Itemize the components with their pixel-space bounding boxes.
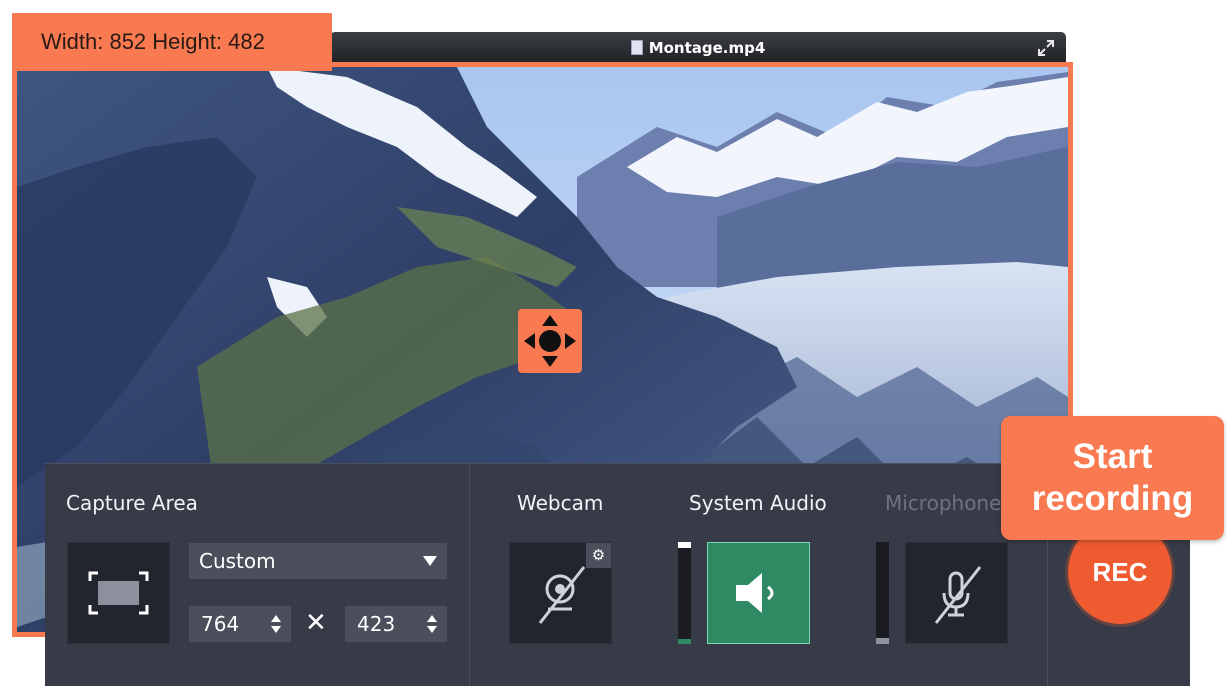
tooltip-line-2: recording <box>1031 479 1194 518</box>
dimensions-label: Width: 852 Height: 482 <box>12 13 332 71</box>
times-symbol: ✕ <box>305 608 327 638</box>
capture-area-label: Capture Area <box>66 491 198 515</box>
height-value: 423 <box>357 612 396 636</box>
microphone-label: Microphone <box>885 491 1002 515</box>
webcam-label: Webcam <box>517 491 604 515</box>
dropdown-arrow-icon <box>423 556 437 566</box>
webcam-toggle[interactable]: ⚙ <box>509 542 612 644</box>
panel-divider <box>469 464 470 686</box>
width-value: 764 <box>201 612 240 636</box>
width-stepper[interactable]: 764 <box>189 606 291 642</box>
capture-preset-value: Custom <box>199 549 276 573</box>
file-icon <box>630 40 643 55</box>
system-audio-toggle[interactable] <box>707 542 810 644</box>
system-audio-label: System Audio <box>689 491 827 515</box>
capture-area-button[interactable] <box>67 542 170 644</box>
capture-preset-dropdown[interactable]: Custom <box>189 543 447 579</box>
system-audio-level <box>678 542 691 644</box>
speaker-icon <box>736 573 774 613</box>
height-stepper[interactable]: 423 <box>345 606 447 642</box>
spinner-arrows-icon[interactable] <box>426 614 438 634</box>
window-title-bar[interactable]: Montage.mp4 <box>330 32 1066 64</box>
move-handle[interactable] <box>518 309 582 373</box>
capture-area-icon <box>88 571 149 615</box>
start-recording-tooltip: Start recording <box>1001 416 1224 540</box>
gear-icon[interactable]: ⚙ <box>586 543 611 568</box>
spinner-arrows-icon[interactable] <box>270 614 282 634</box>
expand-icon[interactable] <box>1036 38 1056 62</box>
window-title: Montage.mp4 <box>330 39 1066 57</box>
microphone-off-icon <box>934 566 982 624</box>
move-icon <box>524 315 576 367</box>
window-title-text: Montage.mp4 <box>648 39 766 57</box>
tooltip-line-1: Start <box>1072 437 1153 476</box>
microphone-toggle[interactable] <box>905 542 1008 644</box>
microphone-level <box>876 542 889 644</box>
